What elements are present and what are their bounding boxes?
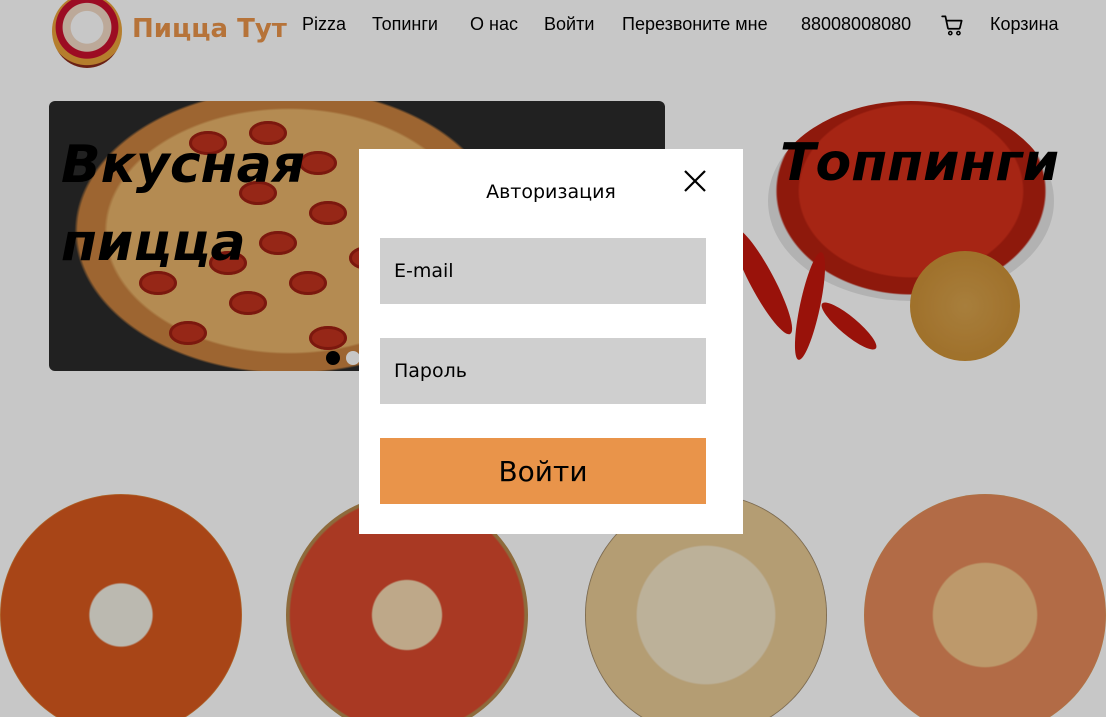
email-field[interactable]	[380, 238, 706, 304]
password-field[interactable]	[380, 338, 706, 404]
close-icon[interactable]	[681, 167, 709, 195]
login-modal: Авторизация Войти	[359, 149, 743, 534]
login-button[interactable]: Войти	[380, 438, 706, 504]
